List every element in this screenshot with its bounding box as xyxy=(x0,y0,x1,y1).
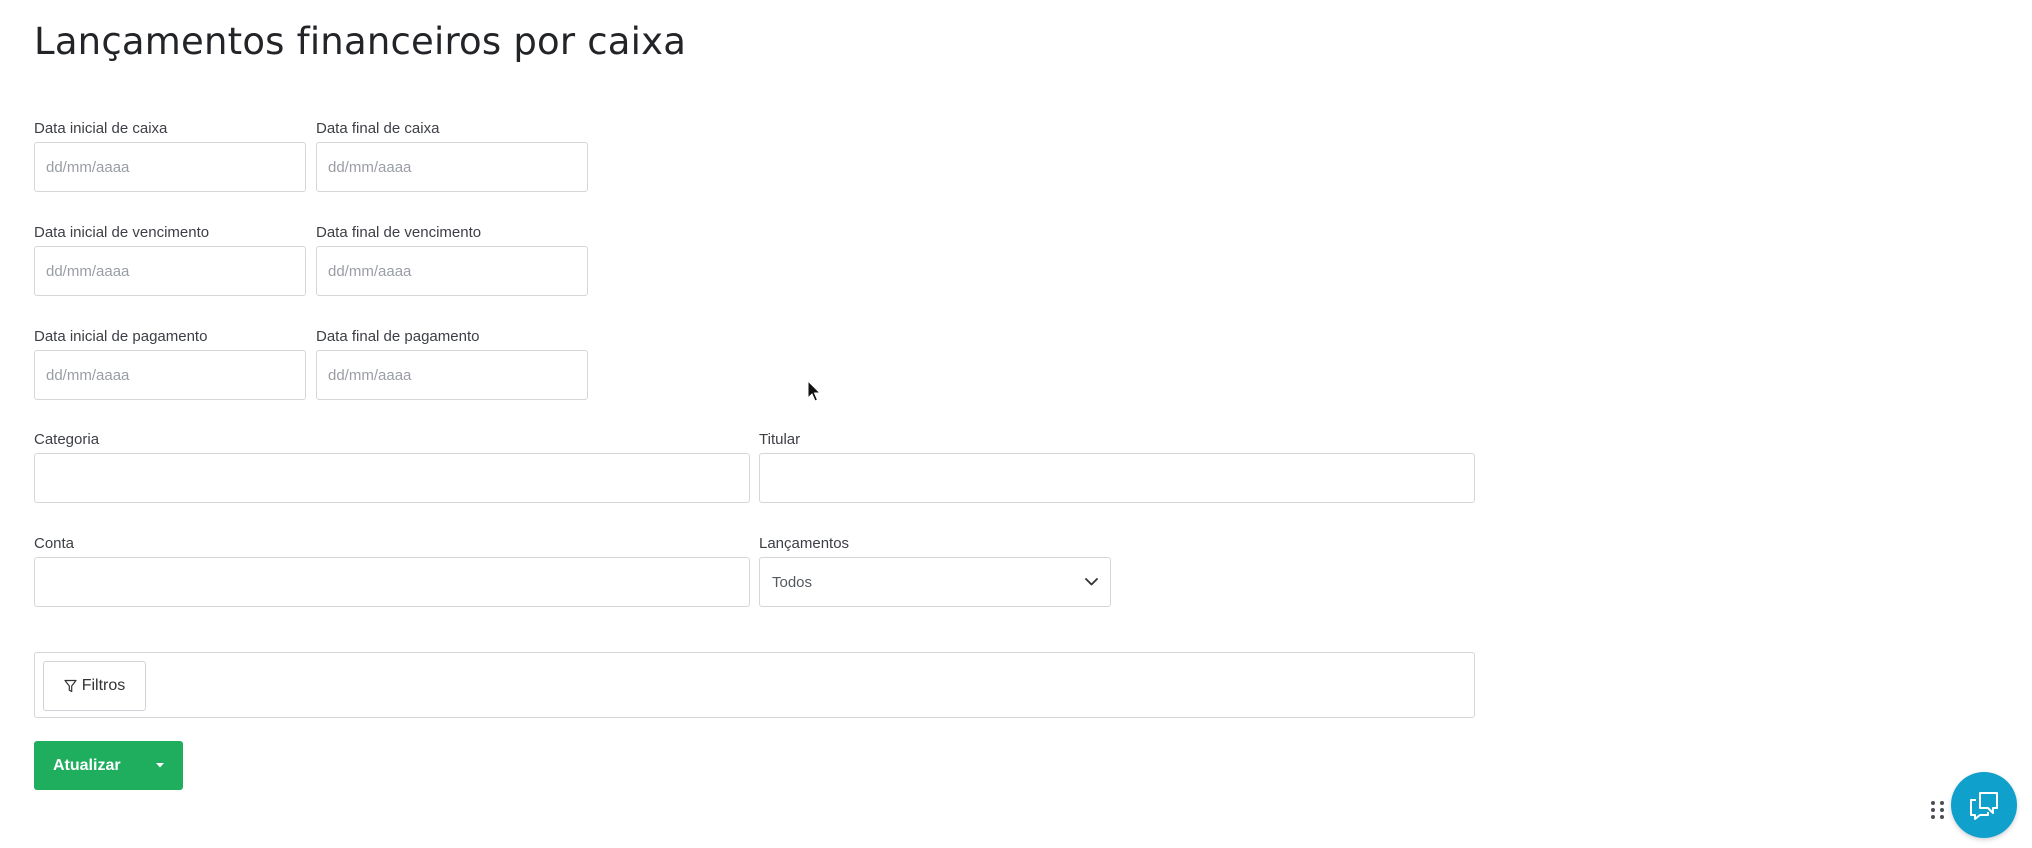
due-start-label: Data inicial de vencimento xyxy=(34,224,210,241)
filters-panel: Filtros xyxy=(34,652,1475,718)
cash-start-input[interactable] xyxy=(34,142,306,192)
cash-start-label: Data inicial de caixa xyxy=(34,120,168,137)
page-title: Lançamentos financeiros por caixa xyxy=(34,20,687,63)
drag-handle-icon[interactable] xyxy=(1931,800,1945,820)
chevron-down-icon xyxy=(1084,575,1098,589)
account-input[interactable] xyxy=(34,557,750,607)
update-dropdown-toggle[interactable] xyxy=(137,741,183,790)
payment-start-label: Data inicial de pagamento xyxy=(34,328,208,345)
category-input[interactable] xyxy=(34,453,750,503)
due-start-input[interactable] xyxy=(34,246,306,296)
holder-field: Titular xyxy=(759,431,1475,503)
category-label: Categoria xyxy=(34,431,100,448)
due-start-field: Data inicial de vencimento xyxy=(34,224,306,296)
payment-end-label: Data final de pagamento xyxy=(316,328,480,345)
cash-start-field: Data inicial de caixa xyxy=(34,120,306,192)
cash-end-field: Data final de caixa xyxy=(316,120,588,192)
update-button[interactable]: Atualizar xyxy=(34,741,137,790)
account-label: Conta xyxy=(34,535,75,552)
account-field: Conta xyxy=(34,535,750,607)
category-field: Categoria xyxy=(34,431,750,503)
chat-button[interactable] xyxy=(1951,772,2017,838)
due-end-field: Data final de vencimento xyxy=(316,224,588,296)
filters-button[interactable]: Filtros xyxy=(43,661,146,711)
payment-start-input[interactable] xyxy=(34,350,306,400)
cash-end-label: Data final de caixa xyxy=(316,120,440,137)
update-button-group: Atualizar xyxy=(34,741,183,790)
filters-button-label: Filtros xyxy=(81,677,126,694)
entries-label: Lançamentos xyxy=(759,535,850,552)
payment-end-field: Data final de pagamento xyxy=(316,328,588,400)
cash-end-input[interactable] xyxy=(316,142,588,192)
payment-end-input[interactable] xyxy=(316,350,588,400)
entries-field: Lançamentos Todos xyxy=(759,535,1111,607)
entries-select[interactable]: Todos xyxy=(759,557,1111,607)
entries-selected-value: Todos xyxy=(772,573,813,591)
payment-start-field: Data inicial de pagamento xyxy=(34,328,306,400)
chat-bubble-icon xyxy=(1967,789,2001,821)
funnel-icon xyxy=(64,679,77,693)
holder-input[interactable] xyxy=(759,453,1475,503)
caret-down-icon xyxy=(156,763,164,768)
due-end-input[interactable] xyxy=(316,246,588,296)
mouse-cursor-icon xyxy=(807,379,823,404)
due-end-label: Data final de vencimento xyxy=(316,224,482,241)
holder-label: Titular xyxy=(759,431,801,448)
